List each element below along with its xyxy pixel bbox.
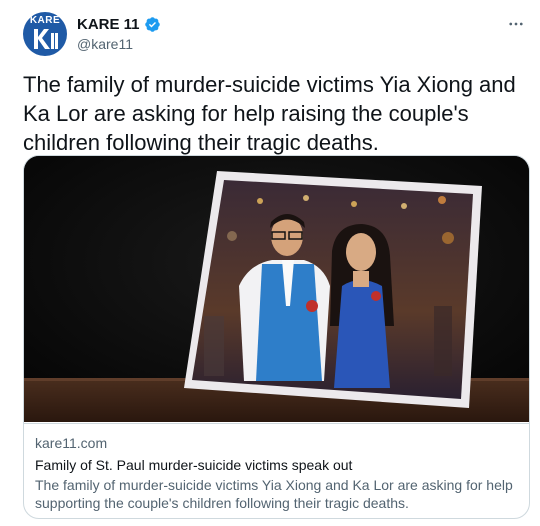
verified-badge-icon xyxy=(144,17,160,32)
avatar[interactable]: KARE xyxy=(23,12,67,56)
account-name-row: KARE 11 xyxy=(77,16,161,33)
account-handle[interactable]: @kare11 xyxy=(77,36,133,52)
card-description: The family of murder-suicide victims Yia… xyxy=(35,477,513,511)
kare11-logo-icon xyxy=(34,29,58,49)
card-info[interactable]: kare11.com Family of St. Paul murder-sui… xyxy=(24,423,529,518)
more-options-icon xyxy=(509,22,523,26)
avatar-logo-text: KARE xyxy=(29,15,61,26)
card-photo-illustration xyxy=(24,156,529,422)
card-image[interactable] xyxy=(24,156,529,422)
link-card[interactable]: kare11.com Family of St. Paul murder-sui… xyxy=(23,155,530,519)
tweet-text: The family of murder-suicide victims Yia… xyxy=(23,72,516,155)
card-title: Family of St. Paul murder-suicide victim… xyxy=(35,457,353,473)
more-options-button[interactable] xyxy=(504,12,528,36)
tweet[interactable]: KARE KARE 11 @kare11 The family of murde… xyxy=(0,0,540,526)
display-name[interactable]: KARE 11 xyxy=(77,16,140,33)
card-domain: kare11.com xyxy=(35,435,108,451)
